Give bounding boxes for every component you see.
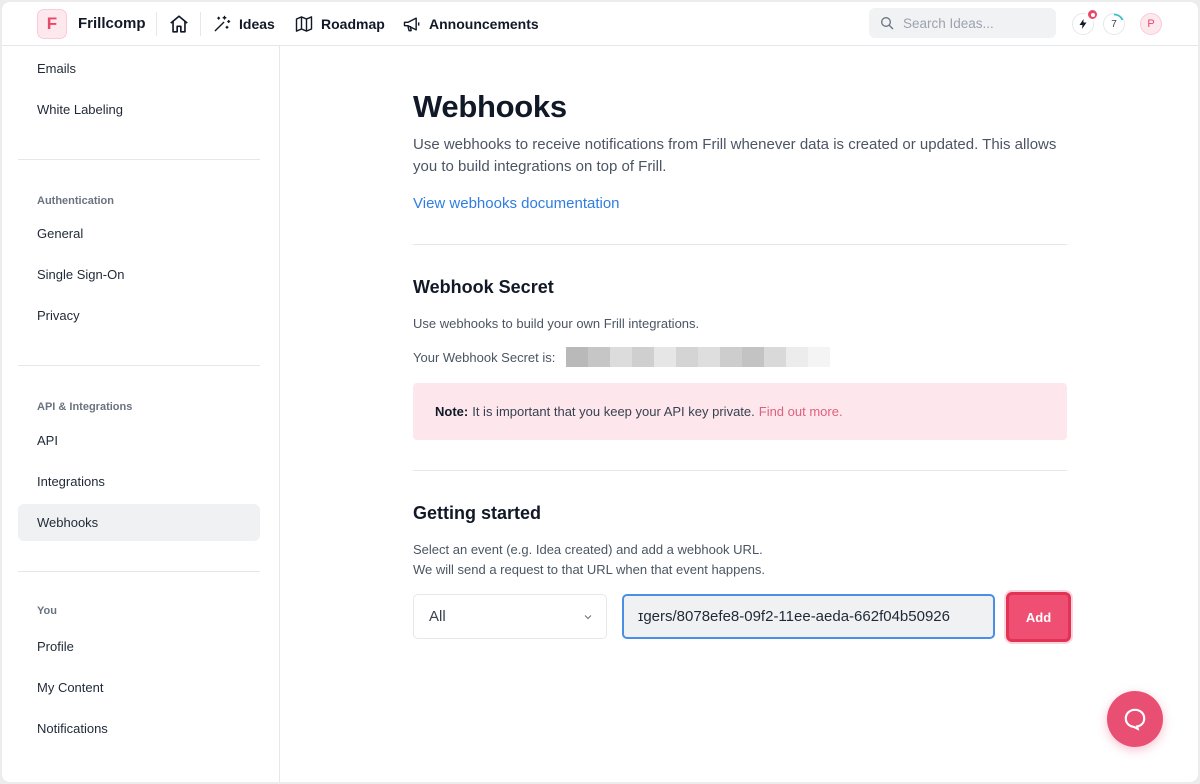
nav-roadmap[interactable]: Roadmap [294,13,385,35]
sidebar-heading-api-integrations: API & Integrations [37,401,133,413]
find-out-more-link[interactable]: Find out more. [759,404,843,419]
sidebar-item-privacy[interactable]: Privacy [18,297,260,334]
map-icon [295,16,313,32]
getting-started-line-1: Select an event (e.g. Idea created) and … [413,542,763,557]
search-icon [881,17,894,30]
chevron-down-icon [584,615,592,620]
webhook-secret-value-redacted [566,347,861,367]
sidebar-item-emails[interactable]: Emails [18,50,260,87]
sidebar-heading-you: You [37,605,57,617]
sidebar-item-webhooks[interactable]: Webhooks [18,504,260,541]
settings-sidebar: Emails White Labeling Authentication Gen… [2,46,280,782]
page-title: Webhooks [413,89,567,124]
nav-announcements[interactable]: Announcements [402,13,539,35]
getting-started-line-2: We will send a request to that URL when … [413,562,765,577]
app-window: F Frillcomp Ideas Roadmap Announcements … [2,2,1198,782]
divider [156,12,157,36]
note-label: Note: [435,404,469,419]
webhook-url-input[interactable] [622,594,995,639]
search-box[interactable] [869,8,1056,38]
event-select-value: All [429,608,446,625]
sparkles-icon [214,15,231,32]
brand-logo[interactable]: F [37,9,67,39]
home-icon[interactable] [168,13,190,35]
search-input[interactable] [903,15,1043,31]
sidebar-item-integrations[interactable]: Integrations [18,463,260,500]
sidebar-item-general[interactable]: General [18,215,260,252]
progress-counter[interactable]: 7 [1103,13,1125,35]
divider [18,365,260,366]
webhooks-docs-link[interactable]: View webhooks documentation [413,195,620,212]
divider [18,159,260,160]
add-webhook-button[interactable]: Add [1006,592,1071,642]
note-text: It is important that you keep your API k… [472,404,755,419]
sidebar-item-notifications[interactable]: Notifications [18,710,260,747]
sidebar-heading-authentication: Authentication [37,195,114,207]
webhook-secret-heading: Webhook Secret [413,277,554,297]
nav-ideas[interactable]: Ideas [212,13,275,35]
notification-badge [1086,8,1099,21]
lightning-icon [1079,19,1087,29]
nav-roadmap-label: Roadmap [321,16,385,32]
sidebar-item-my-content[interactable]: My Content [18,669,260,706]
sidebar-item-white-labeling[interactable]: White Labeling [18,91,260,128]
getting-started-heading: Getting started [413,503,542,523]
page-description: Use webhooks to receive notifications fr… [413,136,1057,175]
sidebar-item-profile[interactable]: Profile [18,628,260,665]
nav-announcements-label: Announcements [429,16,539,32]
nav-ideas-label: Ideas [239,16,275,32]
webhook-secret-label: Your Webhook Secret is: [413,350,556,365]
chat-widget-button[interactable] [1107,691,1163,747]
sidebar-item-single-sign-on[interactable]: Single Sign-On [18,256,260,293]
top-bar: F Frillcomp Ideas Roadmap Announcements … [2,2,1198,46]
divider [413,244,1067,245]
divider [200,12,201,36]
chat-icon [1124,708,1146,731]
divider [18,571,260,572]
webhook-secret-description: Use webhooks to build your own Frill int… [413,316,700,331]
progress-ring-icon [1113,13,1124,21]
avatar[interactable]: P [1140,13,1162,35]
api-key-note: Note: It is important that you keep your… [413,383,1067,440]
brand-name[interactable]: Frillcomp [78,15,146,32]
sidebar-item-api[interactable]: API [18,422,260,459]
event-select[interactable]: All [413,594,607,639]
megaphone-icon [403,17,420,32]
divider [413,470,1067,471]
